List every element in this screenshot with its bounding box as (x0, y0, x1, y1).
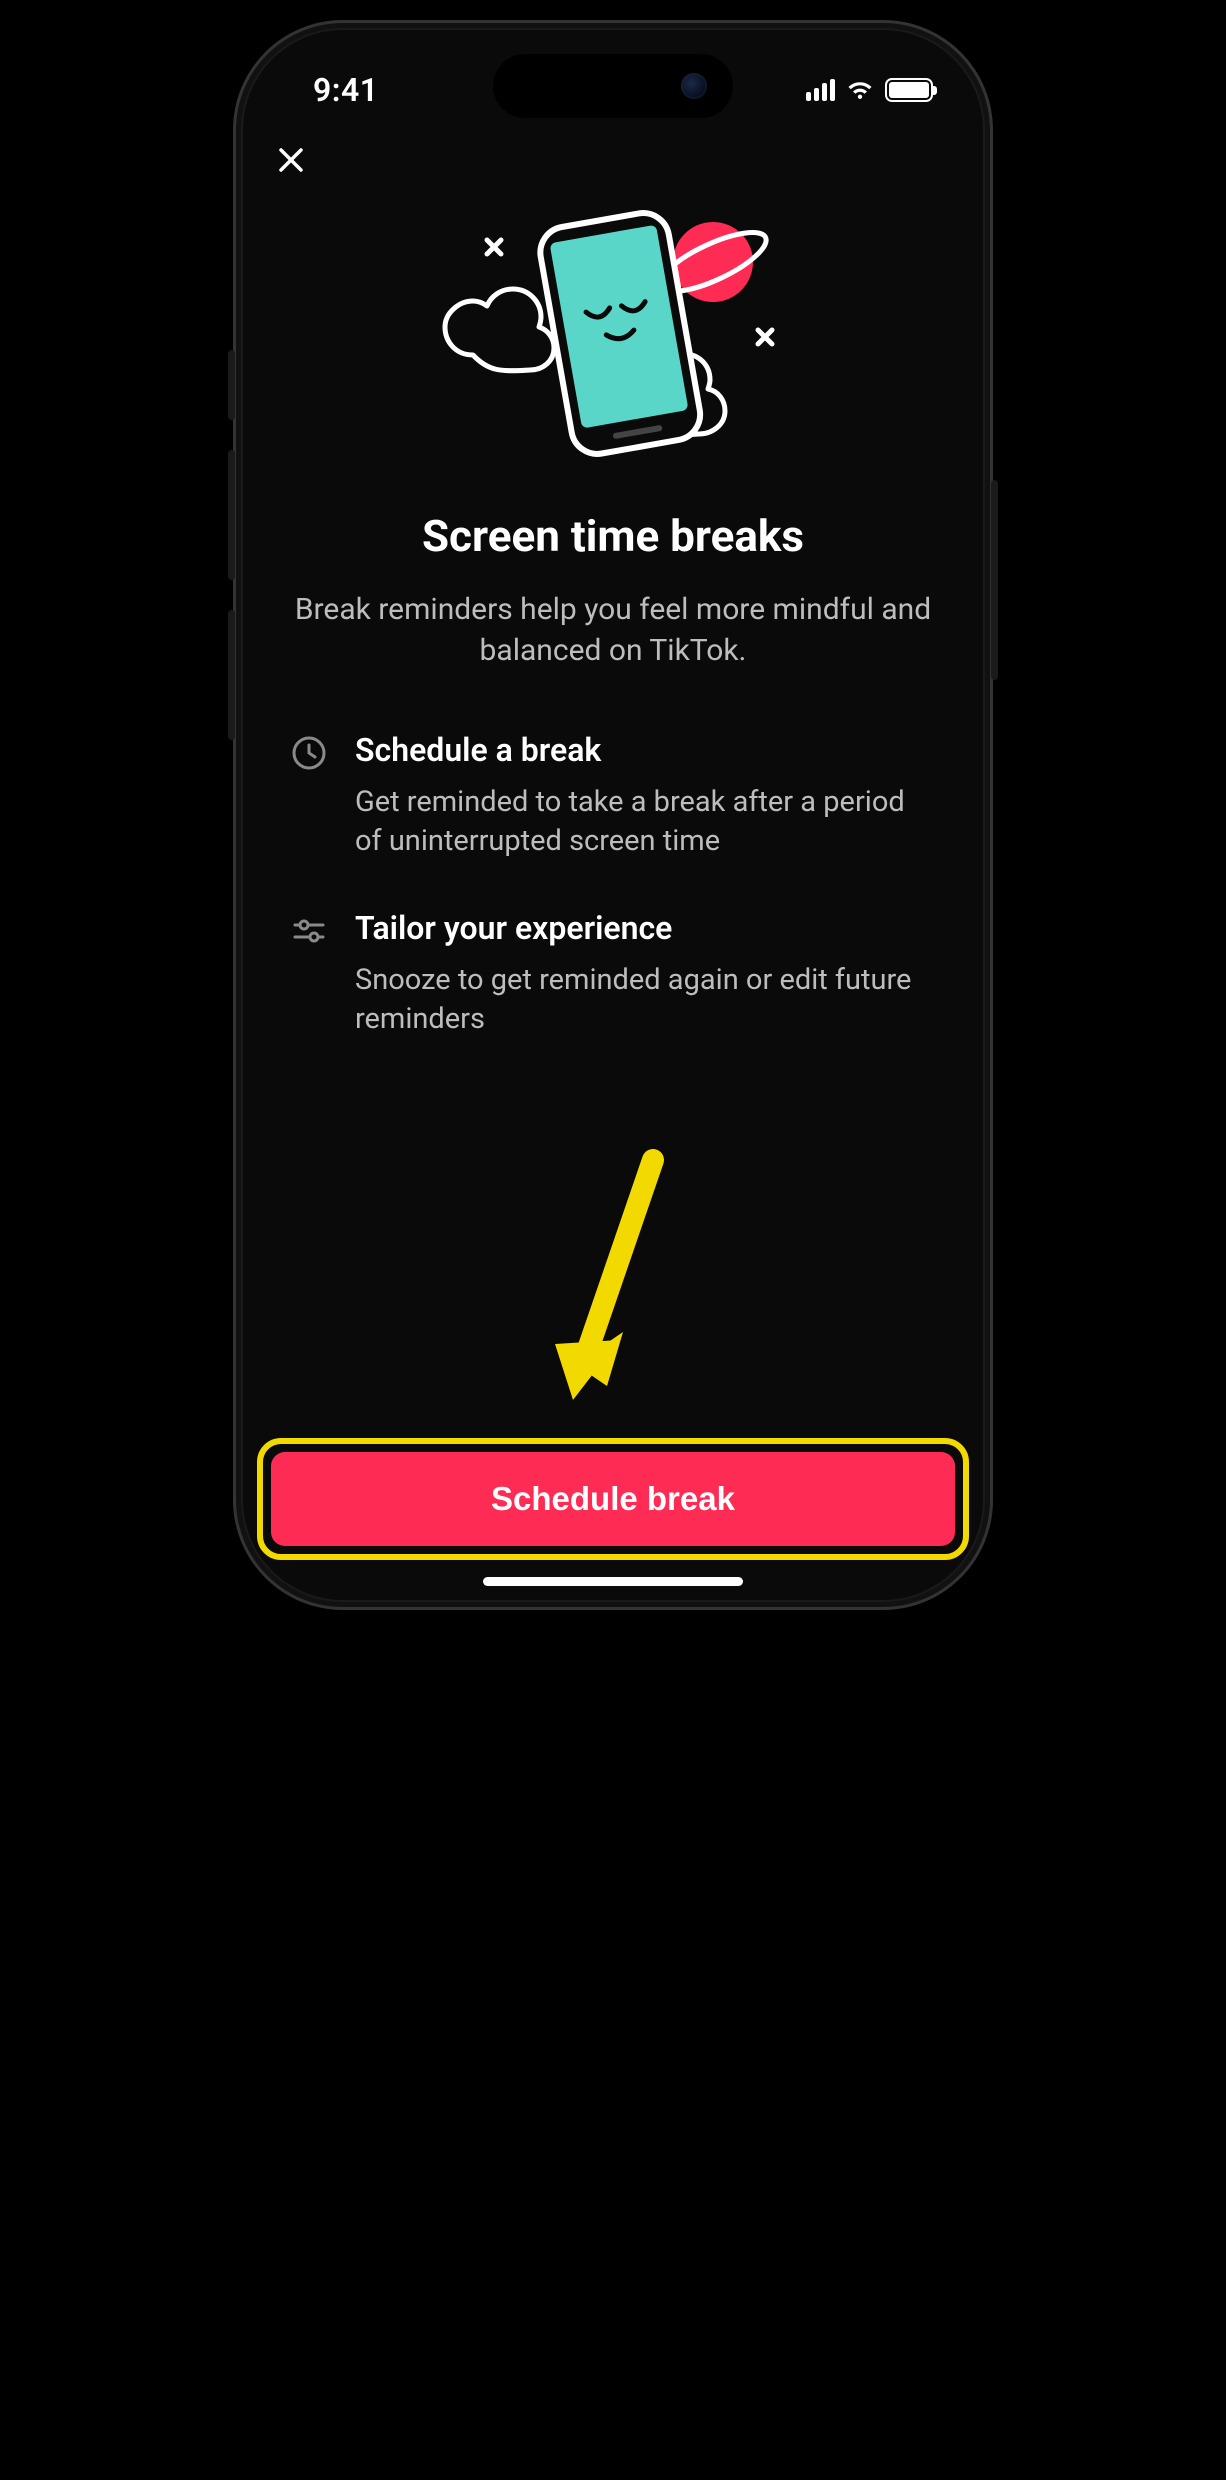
feature-schedule: Schedule a break Get reminded to take a … (273, 731, 953, 861)
close-button[interactable] (269, 138, 313, 182)
feature-title: Schedule a break (355, 731, 937, 769)
content: Screen time breaks Break reminders help … (243, 190, 983, 1428)
feature-desc: Get reminded to take a break after a per… (355, 783, 937, 861)
feature-desc: Snooze to get reminded again or edit fut… (355, 961, 937, 1039)
feature-tailor: Tailor your experience Snooze to get rem… (273, 909, 953, 1039)
close-icon (276, 145, 306, 175)
schedule-break-button[interactable]: Schedule break (271, 1452, 955, 1546)
status-icons (806, 78, 933, 102)
sliders-icon (289, 911, 329, 951)
page-subtitle: Break reminders help you feel more mindf… (273, 590, 953, 671)
battery-icon (885, 78, 933, 102)
nav-bar (243, 130, 983, 190)
feature-title: Tailor your experience (355, 909, 937, 947)
device-frame: 9:41 (233, 20, 993, 1610)
sleeping-phone-illustration (273, 200, 953, 480)
clock-icon (289, 733, 329, 773)
wifi-icon (845, 79, 875, 101)
dynamic-island (493, 54, 733, 118)
front-camera (681, 73, 707, 99)
home-indicator[interactable] (483, 1577, 743, 1586)
device-volume-down (228, 610, 235, 740)
device-power-button (991, 480, 998, 680)
action-area: Schedule break (243, 1428, 983, 1600)
annotation-highlight-box: Schedule break (257, 1438, 969, 1560)
screen: 9:41 (243, 30, 983, 1600)
device-volume-up (228, 450, 235, 580)
status-time: 9:41 (313, 71, 379, 109)
page-title: Screen time breaks (273, 510, 953, 562)
feature-text: Tailor your experience Snooze to get rem… (355, 909, 937, 1039)
cellular-signal-icon (806, 79, 835, 101)
device-side-button (228, 350, 235, 420)
feature-text: Schedule a break Get reminded to take a … (355, 731, 937, 861)
